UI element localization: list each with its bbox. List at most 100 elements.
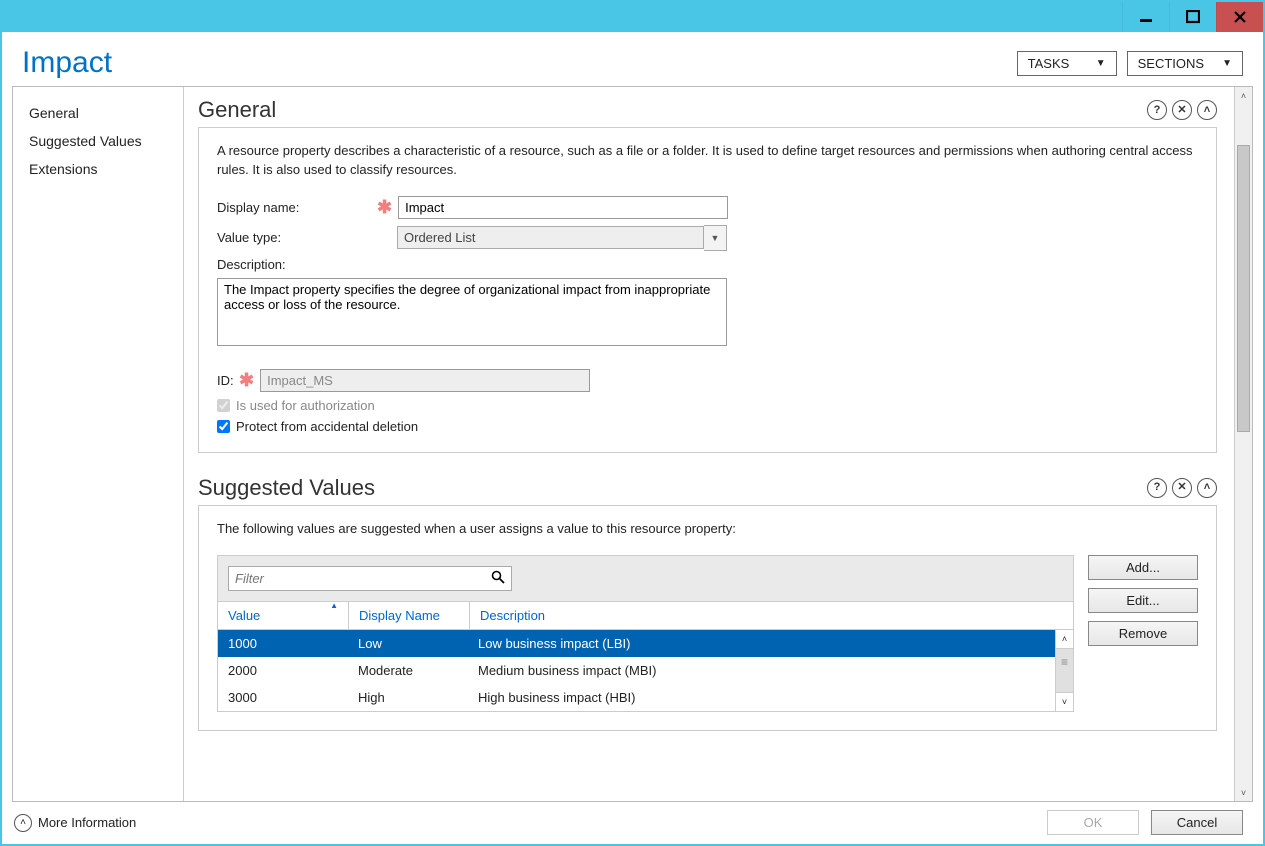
table-row[interactable]: 3000HighHigh business impact (HBI) xyxy=(218,684,1055,711)
filter-field[interactable] xyxy=(228,566,512,591)
cell-display-name: High xyxy=(348,690,468,705)
cell-description: High business impact (HBI) xyxy=(468,690,1055,705)
suggested-buttons: Add... Edit... Remove xyxy=(1088,555,1198,646)
scroll-up-icon[interactable]: ˄ xyxy=(1235,87,1252,104)
add-button[interactable]: Add... xyxy=(1088,555,1198,580)
chevron-down-icon: ▼ xyxy=(1096,58,1106,69)
protect-checkbox-row: Protect from accidental deletion xyxy=(217,419,1198,434)
edit-button[interactable]: Edit... xyxy=(1088,588,1198,613)
value-type-select[interactable]: Ordered List ▼ xyxy=(397,225,727,251)
authorization-checkbox xyxy=(217,399,230,412)
id-input xyxy=(260,369,590,392)
cell-description: Low business impact (LBI) xyxy=(468,636,1055,651)
chevron-down-icon: ▼ xyxy=(1222,58,1232,69)
remove-button[interactable]: Remove xyxy=(1088,621,1198,646)
close-section-icon[interactable]: ✕ xyxy=(1172,100,1192,120)
protect-label: Protect from accidental deletion xyxy=(236,419,418,434)
section-controls: ? ✕ ˄ xyxy=(1147,478,1217,498)
maximize-button[interactable] xyxy=(1169,2,1216,32)
dialog-window: Impact TASKS ▼ SECTIONS ▼ General Sugges… xyxy=(0,0,1265,846)
help-icon[interactable]: ? xyxy=(1147,478,1167,498)
scroll-down-icon[interactable]: ˅ xyxy=(1056,692,1073,711)
scroll-down-icon[interactable]: ˅ xyxy=(1235,784,1252,801)
suggested-intro: The following values are suggested when … xyxy=(217,520,1198,539)
cell-display-name: Low xyxy=(348,636,468,651)
filter-input[interactable] xyxy=(235,567,491,590)
body: General Suggested Values Extensions Gene… xyxy=(12,86,1253,802)
display-name-input[interactable] xyxy=(398,196,728,219)
description-row: Description: xyxy=(217,257,1198,272)
description-label: Description: xyxy=(217,257,377,272)
value-type-row: Value type: Ordered List ▼ xyxy=(217,225,1198,251)
expand-icon: ˄ xyxy=(14,814,32,832)
collapse-icon[interactable]: ˄ xyxy=(1197,478,1217,498)
sections-dropdown[interactable]: SECTIONS ▼ xyxy=(1127,51,1243,76)
general-description: A resource property describes a characte… xyxy=(217,142,1198,180)
display-name-row: Display name: ✱ xyxy=(217,196,1198,219)
authorization-checkbox-row: Is used for authorization xyxy=(217,398,1198,413)
minimize-button[interactable] xyxy=(1122,2,1169,32)
section-header-suggested: Suggested Values ? ✕ ˄ xyxy=(198,475,1217,501)
search-icon[interactable] xyxy=(491,570,505,587)
header-buttons: TASKS ▼ SECTIONS ▼ xyxy=(1017,51,1243,76)
general-heading: General xyxy=(198,97,276,123)
close-section-icon[interactable]: ✕ xyxy=(1172,478,1192,498)
help-icon[interactable]: ? xyxy=(1147,100,1167,120)
general-panel: A resource property describes a characte… xyxy=(198,127,1217,453)
client-area: Impact TASKS ▼ SECTIONS ▼ General Sugges… xyxy=(2,32,1263,844)
content-scrollbar[interactable]: ˄ ˅ xyxy=(1234,87,1252,801)
id-label: ID: xyxy=(217,373,239,388)
scroll-track[interactable] xyxy=(1235,104,1252,784)
display-name-label: Display name: xyxy=(217,200,377,215)
column-header-value[interactable]: Value ▲ xyxy=(218,602,349,629)
cell-description: Medium business impact (MBI) xyxy=(468,663,1055,678)
cell-value: 3000 xyxy=(218,690,348,705)
suggested-layout: Value ▲ Display Name Description 1000Low… xyxy=(217,555,1198,712)
column-header-display-name[interactable]: Display Name xyxy=(349,602,470,629)
required-icon: ✱ xyxy=(239,370,254,391)
close-button[interactable] xyxy=(1216,2,1263,32)
description-textarea[interactable] xyxy=(217,278,727,346)
sidebar-item-general[interactable]: General xyxy=(13,99,183,127)
dropdown-arrow-icon[interactable]: ▼ xyxy=(704,225,727,251)
scroll-thumb[interactable]: ≡ xyxy=(1056,649,1073,692)
sort-asc-icon: ▲ xyxy=(330,601,338,610)
content-scroll[interactable]: General ? ✕ ˄ A resource property descri… xyxy=(184,87,1252,801)
cell-value: 1000 xyxy=(218,636,348,651)
cell-display-name: Moderate xyxy=(348,663,468,678)
tasks-dropdown[interactable]: TASKS ▼ xyxy=(1017,51,1117,76)
cancel-button[interactable]: Cancel xyxy=(1151,810,1243,835)
column-header-description[interactable]: Description xyxy=(470,602,1073,629)
suggested-panel: The following values are suggested when … xyxy=(198,505,1217,731)
page-header: Impact TASKS ▼ SECTIONS ▼ xyxy=(12,42,1253,86)
sidebar: General Suggested Values Extensions xyxy=(13,87,184,801)
suggested-heading: Suggested Values xyxy=(198,475,375,501)
sections-label: SECTIONS xyxy=(1138,56,1204,71)
more-information-label: More Information xyxy=(38,815,136,830)
table-row[interactable]: 1000LowLow business impact (LBI) xyxy=(218,630,1055,657)
content-wrapper: General ? ✕ ˄ A resource property descri… xyxy=(184,87,1252,801)
scroll-up-icon[interactable]: ˄ xyxy=(1056,630,1073,649)
id-row: ID: ✱ xyxy=(217,369,1198,392)
page-title: Impact xyxy=(22,46,112,80)
protect-checkbox[interactable] xyxy=(217,420,230,433)
footer: ˄ More Information OK Cancel xyxy=(12,802,1253,837)
section-header-general: General ? ✕ ˄ xyxy=(198,97,1217,123)
list-scrollbar[interactable]: ˄ ≡ ˅ xyxy=(1055,630,1073,711)
authorization-label: Is used for authorization xyxy=(236,398,375,413)
value-type-label: Value type: xyxy=(217,230,377,245)
table-body: 1000LowLow business impact (LBI)2000Mode… xyxy=(217,630,1074,712)
value-type-value: Ordered List xyxy=(397,226,704,249)
sidebar-item-extensions[interactable]: Extensions xyxy=(13,155,183,183)
required-icon: ✱ xyxy=(377,197,392,218)
table-header: Value ▲ Display Name Description xyxy=(217,602,1074,630)
footer-buttons: OK Cancel xyxy=(1047,810,1243,835)
scroll-thumb[interactable] xyxy=(1237,145,1250,433)
table-row[interactable]: 2000ModerateMedium business impact (MBI) xyxy=(218,657,1055,684)
filter-toolbar xyxy=(217,555,1074,602)
title-bar xyxy=(2,2,1263,32)
more-information-link[interactable]: ˄ More Information xyxy=(14,814,136,832)
collapse-icon[interactable]: ˄ xyxy=(1197,100,1217,120)
suggested-table-area: Value ▲ Display Name Description 1000Low… xyxy=(217,555,1074,712)
sidebar-item-suggested-values[interactable]: Suggested Values xyxy=(13,127,183,155)
